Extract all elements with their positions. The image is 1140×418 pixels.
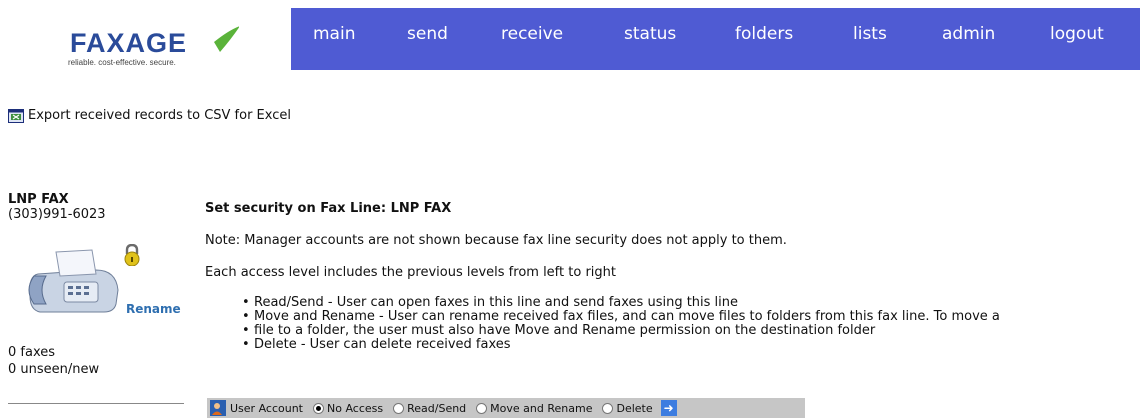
logo-tagline: reliable. cost-effective. secure. bbox=[68, 58, 176, 67]
radio-circle[interactable] bbox=[312, 402, 324, 414]
export-csv-label: Export received records to CSV for Excel bbox=[28, 108, 291, 123]
list-item: Read/Send - User can open faxes in this … bbox=[240, 296, 1140, 311]
access-level-list: Read/Send - User can open faxes in this … bbox=[240, 296, 1140, 353]
radio-circle[interactable] bbox=[393, 402, 405, 414]
unseen-count: 0 unseen/new bbox=[8, 362, 100, 377]
radio-label: No Access bbox=[326, 401, 384, 415]
nav-folders[interactable]: folders bbox=[735, 24, 793, 44]
export-csv-link[interactable]: Export received records to CSV for Excel bbox=[8, 108, 291, 123]
security-heading: Set security on Fax Line: LNP FAX bbox=[205, 201, 452, 216]
nav-lists[interactable]: lists bbox=[853, 24, 887, 44]
radio-circle[interactable] bbox=[476, 402, 488, 414]
radio-delete[interactable]: Delete bbox=[602, 401, 653, 415]
user-access-row: User Account No Access Read/Send Move an… bbox=[207, 398, 805, 418]
list-item: Delete - User can delete received faxes bbox=[240, 338, 1140, 353]
user-account-label: User Account bbox=[230, 401, 303, 415]
fax-machine-icon bbox=[28, 249, 119, 313]
arrow-right-icon[interactable]: ➜ bbox=[660, 400, 677, 416]
radio-label: Move and Rename bbox=[490, 401, 593, 415]
radio-label: Delete bbox=[616, 401, 653, 415]
radio-no-access[interactable]: No Access bbox=[312, 401, 384, 415]
rename-link[interactable]: Rename bbox=[126, 302, 181, 316]
security-note: Note: Manager accounts are not shown bec… bbox=[205, 233, 787, 248]
radio-read-send[interactable]: Read/Send bbox=[393, 402, 466, 415]
nav-admin[interactable]: admin bbox=[942, 24, 995, 44]
faxes-count: 0 faxes bbox=[8, 345, 56, 360]
nav-main[interactable]: main bbox=[313, 24, 355, 44]
user-account-icon bbox=[210, 400, 226, 416]
nav-receive[interactable]: receive bbox=[501, 24, 563, 44]
nav-logout[interactable]: logout bbox=[1050, 24, 1104, 44]
radio-move-and-rename[interactable]: Move and Rename bbox=[476, 402, 592, 415]
list-item-continuation-text: file to a folder, the user must also hav… bbox=[254, 323, 876, 338]
nav-status[interactable]: status bbox=[624, 24, 676, 44]
faxage-logo[interactable]: FAXAGE reliable. cost-effective. secure. bbox=[64, 22, 239, 70]
fax-line-name: LNP FAX bbox=[8, 192, 69, 207]
left-divider bbox=[8, 403, 184, 404]
list-item: Move and Rename - User can rename receiv… bbox=[240, 310, 1140, 325]
radio-label: Read/Send bbox=[407, 401, 467, 415]
radio-circle[interactable] bbox=[602, 402, 614, 414]
list-item-continuation: file to a folder, the user must also hav… bbox=[240, 323, 1140, 339]
top-nav: main send receive status folders lists a… bbox=[291, 8, 1140, 70]
logo-text: FAXAGE bbox=[70, 28, 188, 58]
lock-icon bbox=[124, 244, 140, 266]
fax-line-number: (303)991-6023 bbox=[8, 207, 106, 222]
nav-send[interactable]: send bbox=[407, 24, 448, 44]
access-levels-text: Each access level includes the previous … bbox=[205, 265, 616, 280]
export-csv-icon bbox=[8, 108, 24, 123]
